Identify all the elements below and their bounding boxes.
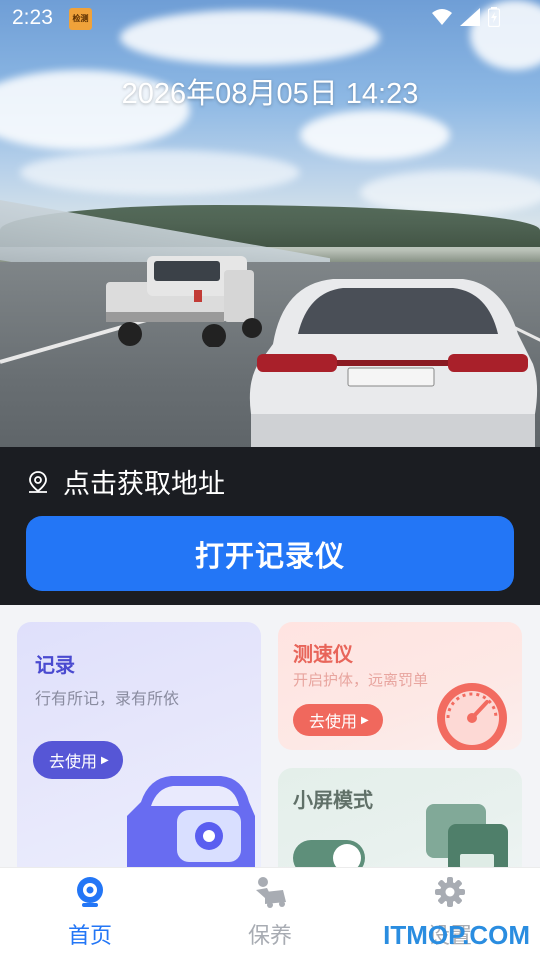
speed-use-button[interactable]: 去使用 ▶: [293, 704, 383, 736]
open-recorder-button[interactable]: 打开记录仪: [26, 516, 514, 591]
speed-card-subtitle: 开启护体，远离罚单: [293, 671, 429, 689]
triangle-right-icon: ▶: [361, 714, 369, 726]
hero-photo: [0, 0, 540, 447]
nav-home[interactable]: 首页: [30, 876, 150, 950]
address-label: 点击获取地址: [63, 469, 225, 500]
record-use-button[interactable]: 去使用 ▶: [33, 741, 123, 779]
signal-icon: [460, 8, 480, 26]
site-watermark: ITMOP.COM: [383, 920, 530, 950]
nav-home-label: 首页: [67, 924, 112, 949]
gear-icon: [435, 877, 465, 907]
car-image: [249, 279, 538, 447]
record-card[interactable]: 记录 行有所记，录有所依 去使用 ▶: [17, 622, 261, 882]
status-icons: [432, 7, 500, 27]
camera-icon: [77, 877, 103, 907]
location-pin-icon: [29, 470, 47, 493]
record-card-subtitle: 行有所记，录有所依: [35, 689, 180, 708]
current-datetime: 2026年08月05日 14:23: [121, 78, 419, 110]
triangle-right-icon: ▶: [101, 754, 109, 766]
small-screen-card[interactable]: 小屏模式: [278, 768, 522, 882]
record-use-button-label: 去使用: [49, 752, 98, 771]
speedometer-icon: [437, 683, 507, 750]
record-card-title: 记录: [35, 653, 75, 677]
car-maintenance-icon: [256, 877, 286, 908]
app-root: 2:23 检测 2026年08月05日 14:23 点击获取地址 打开记录仪 记…: [0, 0, 540, 960]
notification-app-icon: 检测: [69, 8, 92, 30]
get-address-link[interactable]: 点击获取地址: [27, 462, 225, 501]
recorder-panel: 点击获取地址 打开记录仪: [0, 447, 540, 605]
status-bar: 2:23 检测: [0, 0, 540, 38]
nav-maintenance[interactable]: 保养: [210, 876, 330, 950]
speed-use-button-label: 去使用: [309, 712, 358, 731]
nav-maintenance-label: 保养: [247, 924, 292, 949]
speedometer-card[interactable]: 测速仪 开启护体，远离罚单 去使用 ▶: [278, 622, 522, 750]
small-screen-card-title: 小屏模式: [293, 788, 373, 812]
status-time: 2:23: [12, 6, 53, 29]
car-camera-icon: [127, 776, 255, 882]
speed-card-title: 测速仪: [293, 642, 353, 666]
wifi-icon: [432, 9, 452, 25]
battery-icon: [488, 7, 500, 27]
